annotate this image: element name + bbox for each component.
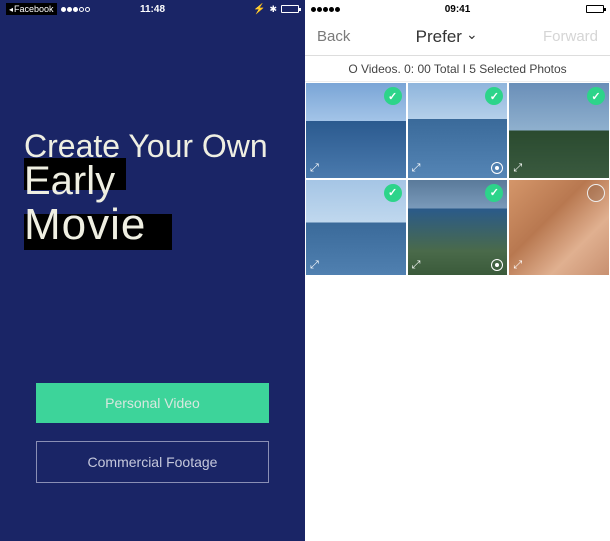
forward-button[interactable]: Forward — [543, 28, 598, 45]
expand-icon[interactable] — [310, 162, 322, 174]
expand-icon[interactable] — [513, 162, 525, 174]
photo-thumbnail[interactable] — [509, 180, 609, 275]
expand-icon[interactable] — [412, 162, 424, 174]
battery-icon — [586, 5, 604, 13]
unselected-circle-icon[interactable] — [587, 184, 605, 202]
back-to-app-pill[interactable]: Facebook — [6, 3, 57, 15]
photo-thumbnail[interactable]: ✓ — [408, 83, 508, 178]
back-button[interactable]: Back — [317, 28, 350, 45]
hero-line-3: Movie — [24, 200, 281, 250]
status-left — [311, 7, 340, 12]
photo-thumbnail[interactable]: ✓ — [306, 180, 406, 275]
status-right — [586, 5, 604, 13]
photo-picker-screen: 09:41 Back Prefer Forward O Videos. 0: 0… — [305, 0, 610, 541]
selected-check-icon[interactable]: ✓ — [384, 87, 402, 105]
expand-icon[interactable] — [310, 259, 322, 271]
photo-thumbnail[interactable]: ✓ — [306, 83, 406, 178]
welcome-screen: Facebook 11:48 ⚡ ✱ Create Your Own Early… — [0, 0, 305, 541]
photo-thumbnail[interactable]: ✓ — [408, 180, 508, 275]
selected-check-icon[interactable]: ✓ — [384, 184, 402, 202]
photo-thumbnail[interactable]: ✓ — [509, 83, 609, 178]
status-left: Facebook — [6, 3, 90, 15]
battery-icon — [281, 5, 299, 13]
button-group: Personal Video Commercial Footage — [0, 383, 305, 483]
signal-icon — [61, 7, 90, 12]
personal-video-button[interactable]: Personal Video — [36, 383, 269, 423]
expand-icon[interactable] — [412, 259, 424, 271]
hero-line-2: Early — [24, 159, 281, 204]
expand-icon[interactable] — [513, 259, 525, 271]
photo-grid: ✓✓✓✓✓ — [305, 82, 610, 276]
bluetooth-icon: ✱ — [269, 4, 277, 15]
status-right: ⚡ ✱ — [253, 4, 299, 15]
album-selector[interactable]: Prefer — [416, 27, 478, 47]
selection-info-bar: O Videos. 0: 00 Total I 5 Selected Photo… — [305, 56, 610, 82]
status-time: 11:48 — [140, 4, 165, 15]
status-bar-left: Facebook 11:48 ⚡ ✱ — [0, 0, 305, 18]
status-time: 09:41 — [445, 4, 471, 15]
signal-icon — [311, 7, 340, 12]
hero-text-block: Create Your Own Early Movie — [0, 18, 305, 260]
nav-bar: Back Prefer Forward — [305, 18, 610, 56]
bluetooth-icon: ⚡ — [253, 4, 265, 15]
status-bar-right: 09:41 — [305, 0, 610, 18]
selected-check-icon[interactable]: ✓ — [587, 87, 605, 105]
commercial-footage-button[interactable]: Commercial Footage — [36, 441, 269, 483]
